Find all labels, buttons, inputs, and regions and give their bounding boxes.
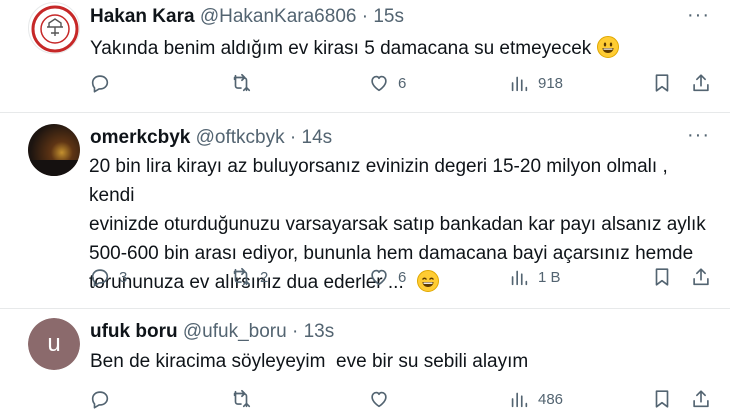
share-button[interactable] — [690, 262, 712, 292]
reply-button[interactable]: 3 — [89, 262, 127, 292]
tweet-text-line: evinizde oturduğunuzu varsayarsak satıp … — [89, 214, 706, 235]
retweet-icon — [230, 72, 252, 94]
profile-logo-icon — [31, 5, 79, 53]
tweet[interactable]: u ufuk boru @ufuk_boru · 13s Ben de kira… — [0, 308, 730, 420]
like-button[interactable] — [368, 384, 398, 414]
share-icon — [690, 72, 712, 94]
like-count: 6 — [398, 74, 407, 92]
bookmark-button[interactable] — [651, 384, 673, 414]
heart-icon — [368, 266, 390, 288]
separator-dot: · — [289, 127, 297, 148]
share-button[interactable] — [690, 68, 712, 98]
bookmark-button[interactable] — [651, 262, 673, 292]
user-handle[interactable]: @ufuk_boru — [183, 321, 287, 342]
avatar[interactable] — [28, 2, 80, 54]
tweet-text-line: Ben de kiracima söyleyeyim eve bir su se… — [90, 351, 529, 372]
timestamp[interactable]: 13s — [304, 321, 335, 342]
bookmark-icon — [651, 72, 673, 94]
views-chart-icon — [508, 388, 530, 410]
bookmark-button[interactable] — [651, 68, 673, 98]
reply-icon — [89, 266, 111, 288]
views-count: 1 B — [538, 268, 561, 286]
user-handle[interactable]: @oftkcbyk — [196, 127, 285, 148]
retweet-icon — [230, 388, 252, 410]
grinning-face-emoji-icon — [596, 36, 619, 58]
display-name[interactable]: ufuk boru — [90, 321, 178, 342]
separator-dot: · — [361, 6, 369, 27]
display-name[interactable]: Hakan Kara — [90, 6, 195, 27]
retweet-count: 2 — [260, 268, 269, 286]
tweet-text: Yakında benim aldığım ev kirası 5 damaca… — [90, 34, 690, 63]
views-button[interactable]: 918 — [508, 68, 563, 98]
more-dots-icon[interactable]: ··· — [687, 124, 710, 147]
share-icon — [690, 388, 712, 410]
more-dots-icon[interactable]: ··· — [687, 4, 710, 27]
views-chart-icon — [508, 72, 530, 94]
avatar[interactable]: u — [28, 318, 80, 370]
tweet-text: Ben de kiracima söyleyeyim eve bir su se… — [90, 347, 690, 376]
separator-dot: · — [291, 321, 299, 342]
views-button[interactable]: 1 B — [508, 262, 561, 292]
timestamp[interactable]: 15s — [373, 6, 404, 27]
retweet-button[interactable] — [230, 68, 260, 98]
views-button[interactable]: 486 — [508, 384, 563, 414]
views-chart-icon — [508, 266, 530, 288]
reply-icon — [89, 388, 111, 410]
share-icon — [690, 266, 712, 288]
tweet-text-line: 20 bin lira kirayı az buluyorsanız evini… — [89, 156, 668, 206]
tweet-text-line: Yakında benim aldığım ev kirası 5 damaca… — [90, 38, 592, 59]
like-button[interactable]: 6 — [368, 68, 406, 98]
tweet[interactable]: Hakan Kara @HakanKara6806 · 15s ··· Yakı… — [0, 0, 730, 113]
sunset-photo-icon — [28, 124, 80, 176]
reply-button[interactable] — [89, 384, 119, 414]
views-count: 486 — [538, 390, 564, 408]
reply-button[interactable] — [89, 68, 119, 98]
reply-icon — [89, 72, 111, 94]
retweet-icon — [230, 266, 252, 288]
retweet-button[interactable] — [230, 384, 260, 414]
reply-count: 3 — [119, 268, 128, 286]
heart-icon — [368, 388, 390, 410]
user-handle[interactable]: @HakanKara6806 — [200, 6, 357, 27]
avatar[interactable] — [28, 124, 80, 176]
avatar-letter: u — [28, 318, 80, 370]
retweet-button[interactable]: 2 — [230, 262, 268, 292]
timestamp[interactable]: 14s — [302, 127, 333, 148]
bookmark-icon — [651, 388, 673, 410]
display-name[interactable]: omerkcbyk — [90, 127, 190, 148]
tweet[interactable]: omerkcbyk @oftkcbyk · 14s ··· 20 bin lir… — [0, 112, 730, 309]
like-button[interactable]: 6 — [368, 262, 406, 292]
avatar-letter-text: u — [47, 330, 61, 357]
heart-icon — [368, 72, 390, 94]
views-count: 918 — [538, 74, 564, 92]
bookmark-icon — [651, 266, 673, 288]
share-button[interactable] — [690, 384, 712, 414]
like-count: 6 — [398, 268, 407, 286]
